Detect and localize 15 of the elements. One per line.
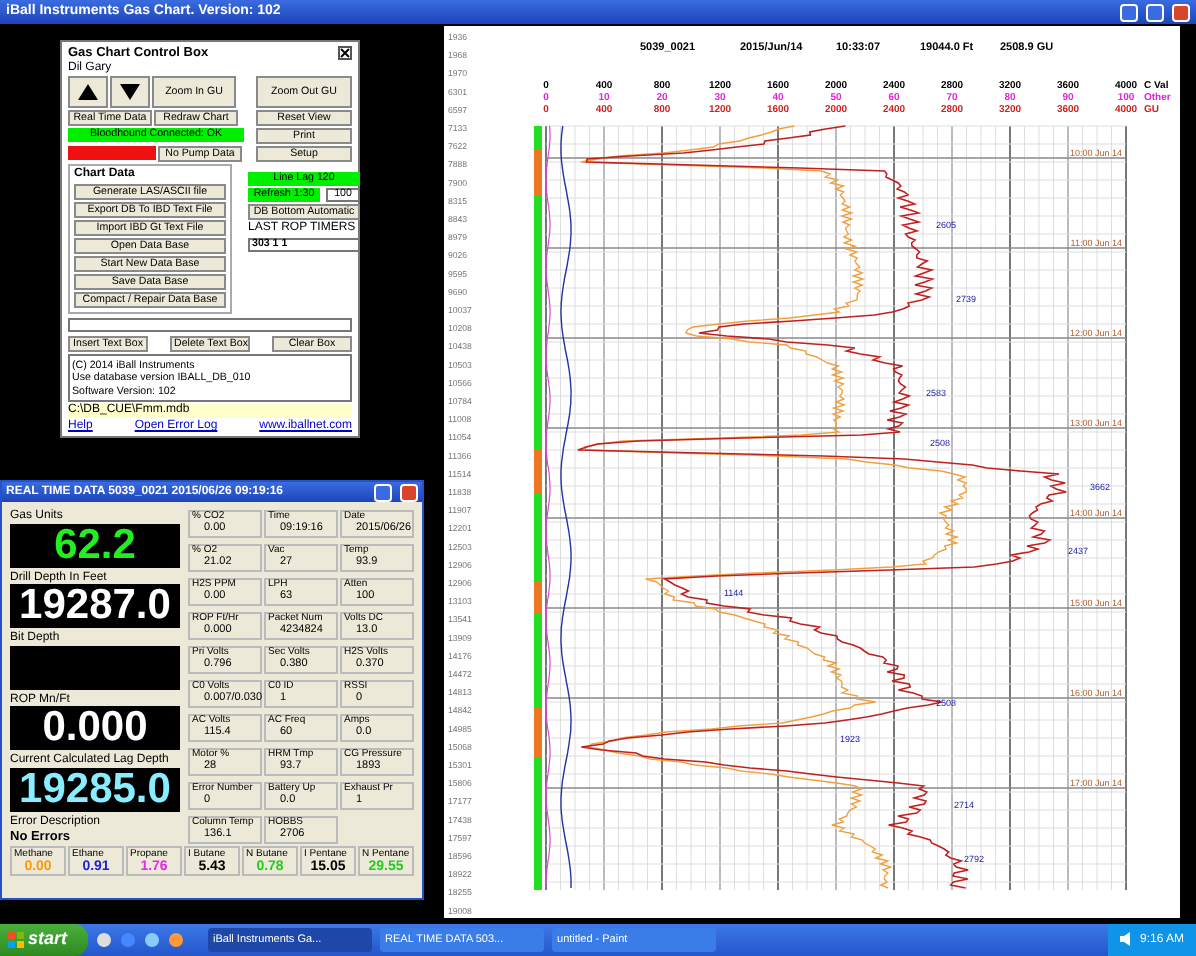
minimize-icon[interactable] xyxy=(374,483,392,501)
readout-value: 19287.0 xyxy=(19,584,171,627)
speaker-icon[interactable] xyxy=(1119,932,1134,948)
minimize-icon[interactable] xyxy=(1120,3,1138,21)
up-triangle-icon xyxy=(76,82,100,103)
down-triangle-icon xyxy=(118,82,142,103)
text-input-field[interactable] xyxy=(68,317,352,332)
readout-value: 19285.0 xyxy=(19,767,171,810)
readout-value: 62.2 xyxy=(54,523,136,566)
windows-flag-icon xyxy=(8,930,24,950)
scroll-up-button[interactable] xyxy=(68,76,108,109)
readout-value: 0.000 xyxy=(42,706,148,749)
close-icon[interactable] xyxy=(338,46,352,62)
maximize-icon[interactable] xyxy=(1146,3,1164,21)
scroll-down-button[interactable] xyxy=(110,76,150,109)
